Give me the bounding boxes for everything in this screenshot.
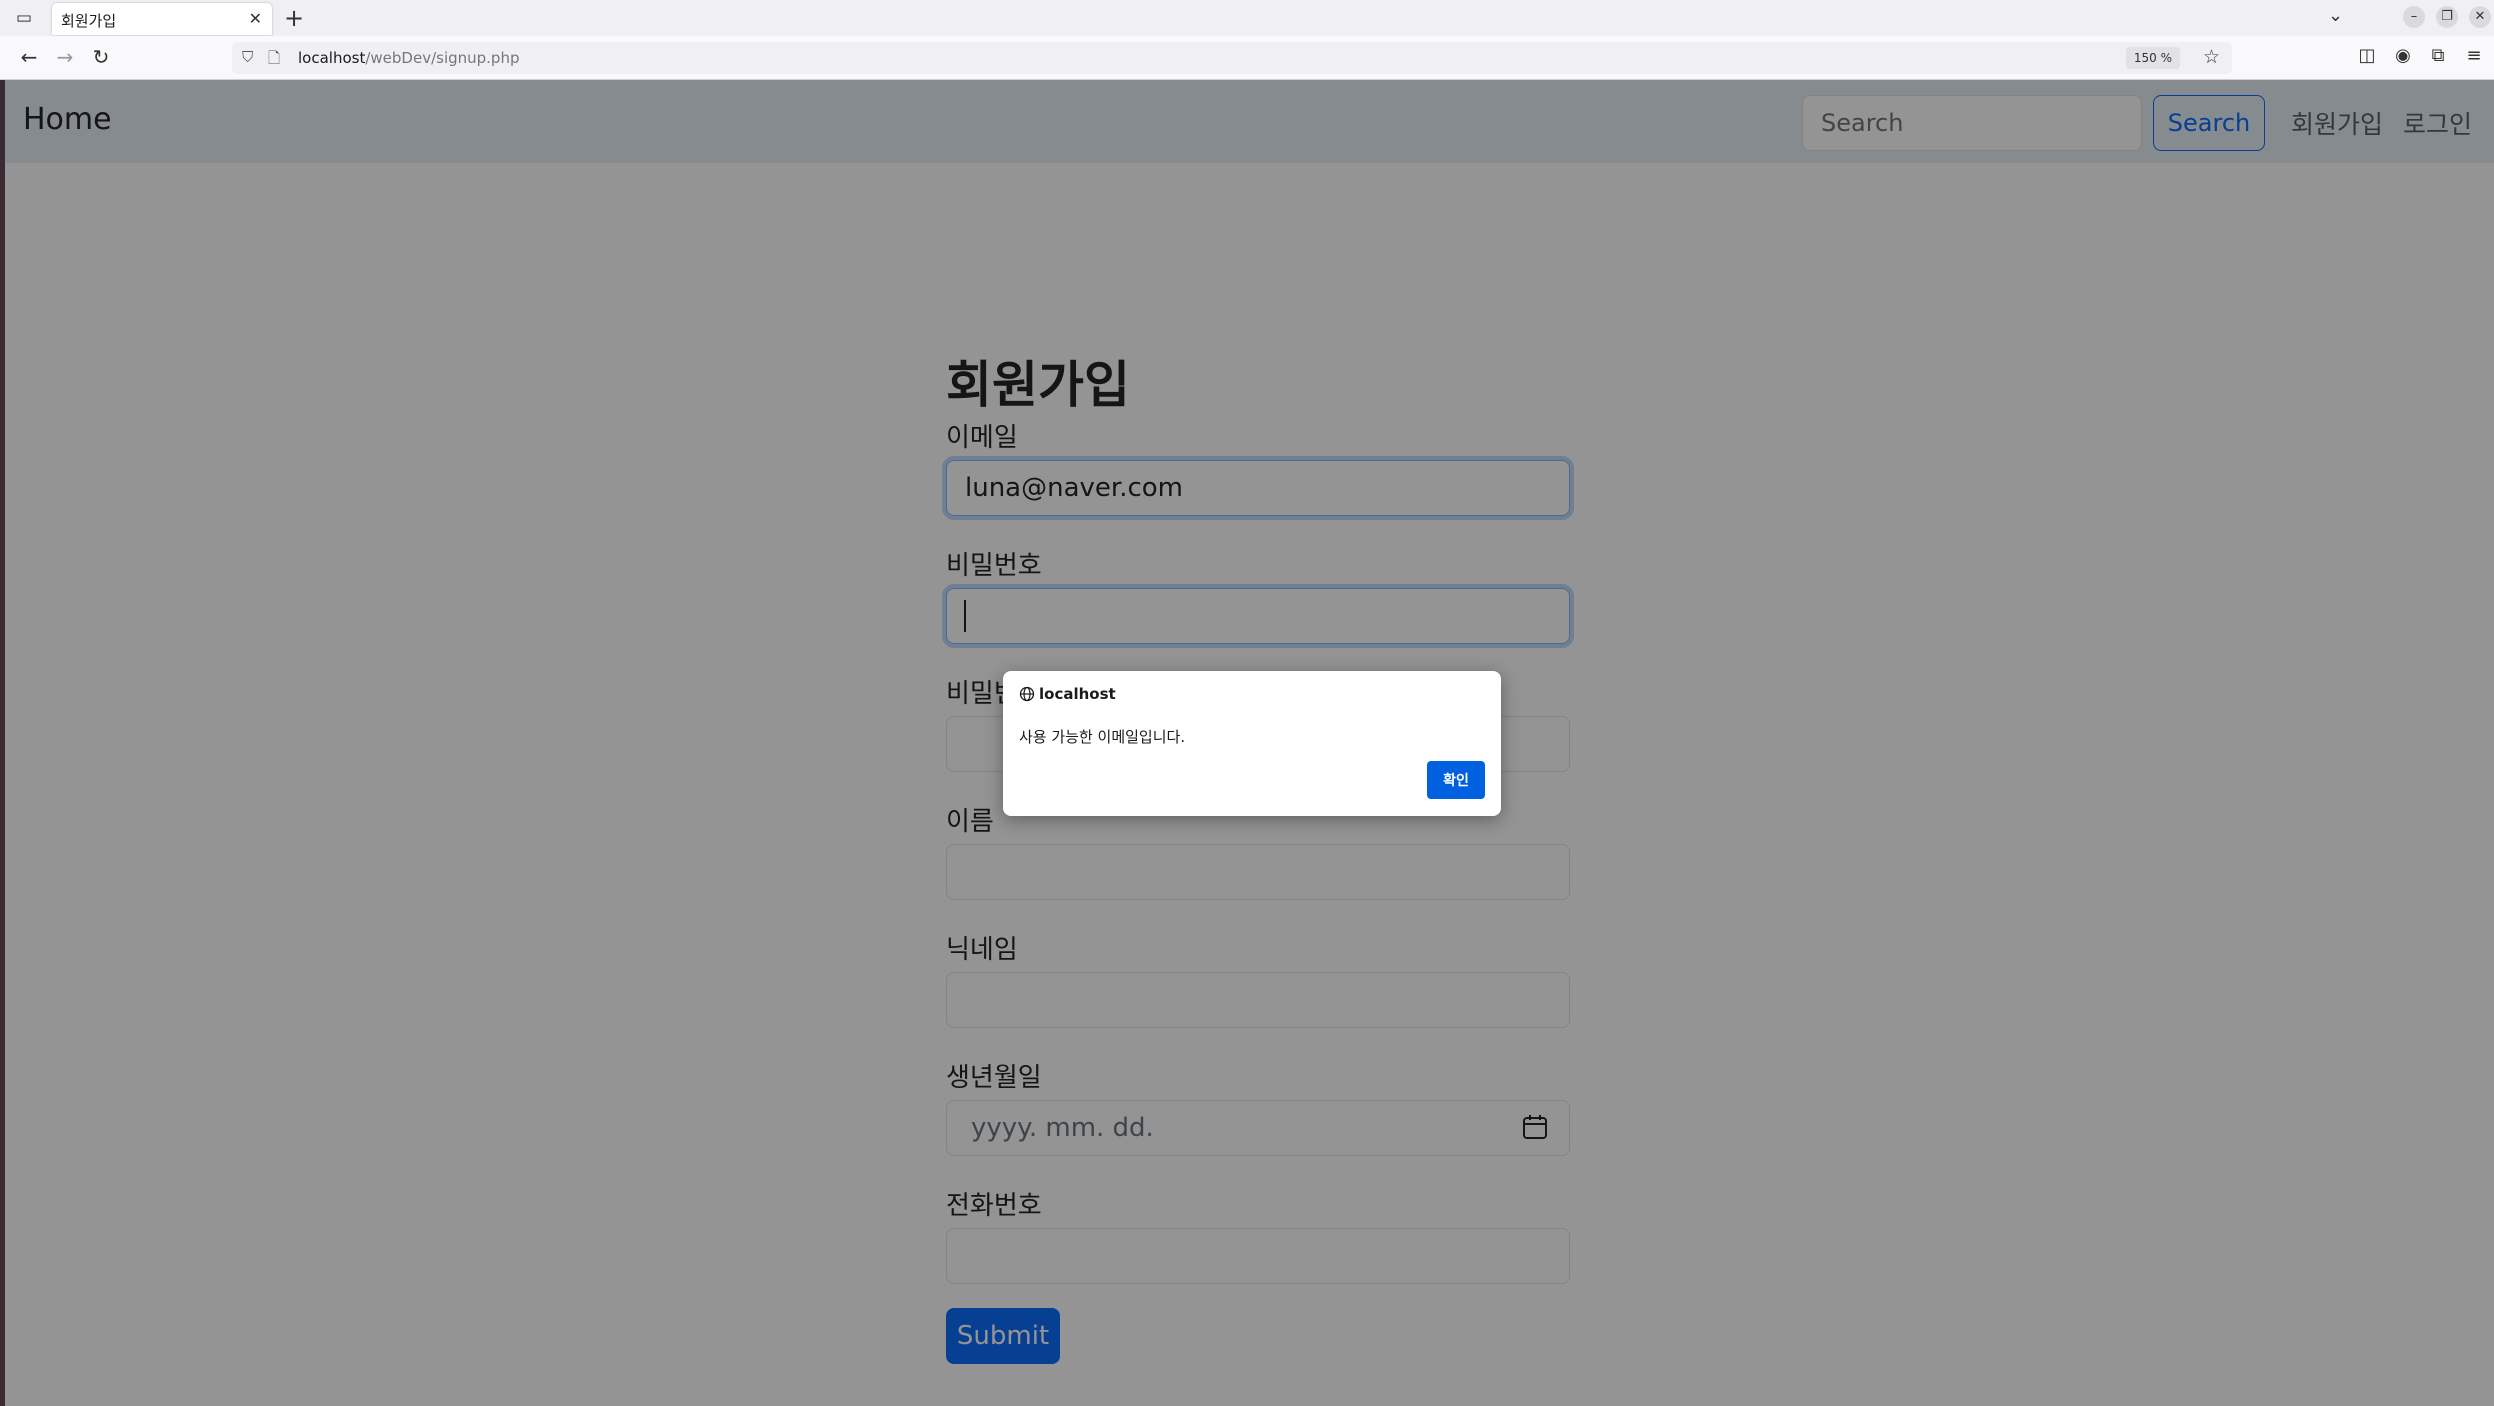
close-window-icon[interactable]: ✕	[2469, 6, 2491, 28]
browser-tab[interactable]: 회원가입 ✕	[52, 3, 272, 35]
browser-toolbar: ← → ↻ ⛉ 🗋 localhost/webDev/signup.php 15…	[0, 36, 2494, 80]
tab-overflow-chevron-icon[interactable]: ⌄	[2328, 5, 2343, 26]
back-icon[interactable]: ←	[16, 45, 42, 69]
dialog-ok-button[interactable]: 확인	[1427, 761, 1485, 799]
page-info-icon[interactable]: 🗋	[268, 48, 280, 73]
alert-dialog: localhost 사용 가능한 이메일입니다. 확인	[1003, 671, 1501, 816]
zoom-level[interactable]: 150 %	[2126, 47, 2180, 69]
url-host: localhost	[298, 49, 365, 67]
tab-list-icon[interactable]: ▭	[14, 8, 34, 28]
reload-icon[interactable]: ↻	[88, 45, 114, 69]
globe-icon	[1019, 686, 1035, 702]
url-path: /webDev/signup.php	[365, 49, 519, 67]
dialog-origin: localhost	[1039, 685, 1116, 703]
browser-tab-bar: ▭ 회원가입 ✕ + ⌄ – ❐ ✕	[0, 0, 2494, 36]
shield-icon[interactable]: ⛉	[242, 48, 253, 66]
extensions-icon[interactable]: ⧉	[2426, 45, 2450, 66]
account-icon[interactable]: ◉	[2391, 45, 2415, 66]
minimize-icon[interactable]: –	[2403, 6, 2425, 28]
new-tab-icon[interactable]: +	[284, 4, 304, 32]
tab-title: 회원가입	[61, 10, 116, 31]
pocket-icon[interactable]: ◫	[2355, 45, 2379, 66]
forward-icon[interactable]: →	[52, 45, 78, 69]
url-bar[interactable]: ⛉ 🗋 localhost/webDev/signup.php 150 % ☆	[232, 42, 2232, 74]
bookmark-star-icon[interactable]: ☆	[2203, 46, 2220, 68]
menu-icon[interactable]: ≡	[2462, 45, 2486, 66]
url-text[interactable]: localhost/webDev/signup.php	[298, 49, 519, 67]
dialog-message: 사용 가능한 이메일입니다.	[1019, 726, 1185, 747]
tab-close-icon[interactable]: ✕	[249, 9, 262, 28]
restore-icon[interactable]: ❐	[2436, 6, 2458, 28]
